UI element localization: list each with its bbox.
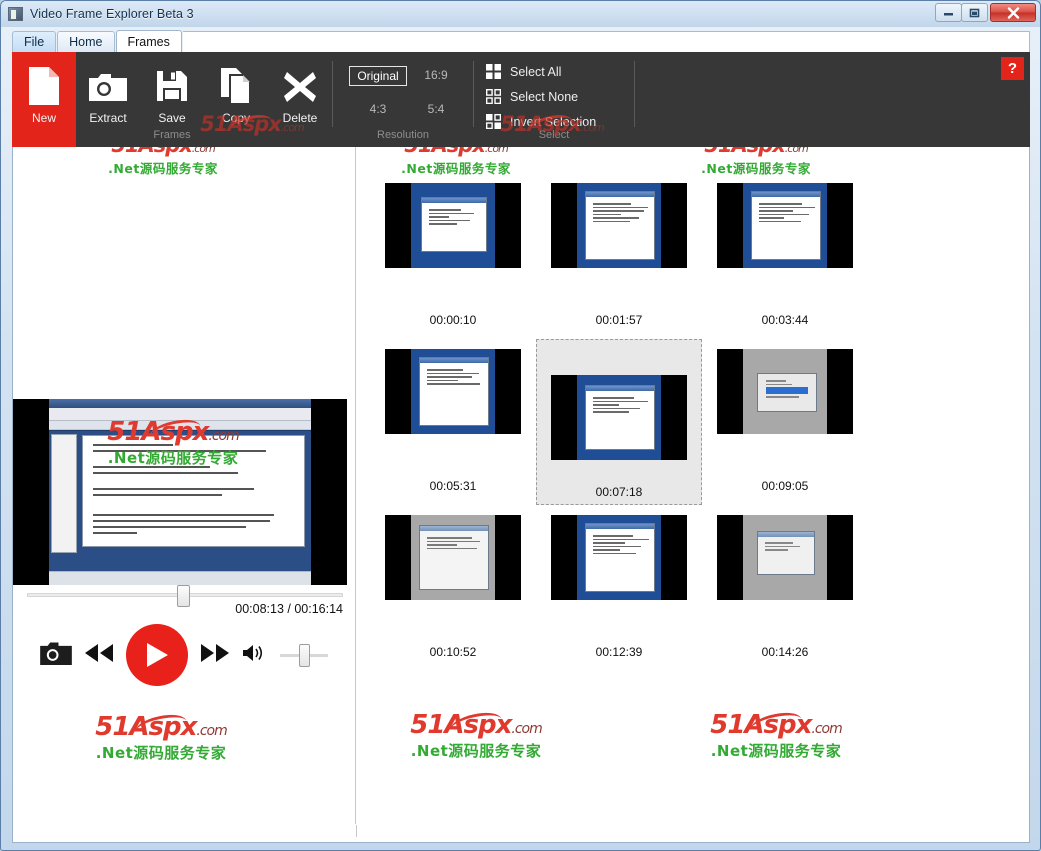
select-all-button[interactable]: Select All	[486, 64, 634, 79]
tab-frames[interactable]: Frames	[115, 30, 182, 52]
thumbnail-cell[interactable]: 00:03:44	[702, 173, 868, 339]
snapshot-button[interactable]	[40, 640, 72, 670]
new-button-label: New	[31, 111, 56, 125]
thumbnail-timestamp: 00:01:57	[595, 313, 643, 327]
thumbnail-cell[interactable]: 00:14:26	[702, 505, 868, 671]
tab-strip-filler	[182, 31, 1030, 52]
ribbon-group-select: Select All Select None Invert Selection …	[474, 52, 634, 147]
ribbon-right-area: ?	[635, 52, 1030, 147]
thumbnail-image	[551, 375, 687, 460]
ribbon-group-resolution-label: Resolution	[377, 129, 429, 141]
video-frame-image: 51Aspx.com .Net源码服务专家	[49, 399, 311, 585]
title-bar: Video Frame Explorer Beta 3	[1, 1, 1040, 27]
transport-controls	[13, 619, 355, 691]
thumbnail-image	[717, 183, 853, 268]
watermark-left-bottom: 51Aspx.com .Net源码服务专家	[51, 714, 271, 763]
thumbnail-timestamp: 00:14:26	[761, 645, 809, 659]
thumbnail-image	[551, 515, 687, 600]
play-icon	[147, 643, 168, 667]
grid-checker-icon	[485, 113, 502, 130]
video-preview[interactable]: 51Aspx.com .Net源码服务专家	[13, 399, 347, 585]
resolution-option-4-3[interactable]: 4:3	[364, 100, 393, 118]
minimize-button[interactable]	[935, 3, 962, 22]
watermark-left-top: 51Aspx.com .Net源码服务专家	[73, 147, 253, 177]
copy-button-label: Copy	[221, 111, 250, 125]
player-pane: 51Aspx.com .Net源码服务专家	[13, 147, 355, 824]
frames-pane: 51Aspx.com .Net源码服务专家 51Aspx.com .Net源码服…	[356, 147, 1029, 824]
select-all-label: Select All	[510, 64, 562, 79]
thumbnail-cell-selected[interactable]: 00:07:18	[536, 339, 702, 505]
thumbnail-timestamp: 00:03:44	[761, 313, 809, 327]
tab-file[interactable]: File	[12, 31, 57, 52]
thumbnail-image	[551, 183, 687, 268]
play-button[interactable]	[126, 624, 188, 686]
maximize-button[interactable]	[961, 3, 988, 22]
volume-slider-thumb[interactable]	[299, 643, 310, 667]
thumbnail-timestamp: 00:12:39	[595, 645, 643, 659]
resolution-option-16-9[interactable]: 16:9	[418, 66, 453, 86]
thumbnail-grid: 00:00:10 00:01:57 00:03:44 00:05:31 00:0…	[370, 173, 1025, 824]
invert-selection-label: Invert Selection	[510, 114, 597, 129]
select-none-label: Select None	[510, 89, 579, 104]
thumbnail-image	[717, 349, 853, 434]
help-icon[interactable]: ?	[1001, 57, 1024, 80]
ribbon-tab-strip: File Home Frames	[12, 30, 1030, 52]
thumbnail-cell[interactable]: 00:10:52	[370, 505, 536, 671]
thumbnail-cell[interactable]: 00:00:10	[370, 173, 536, 339]
volume-button[interactable]	[242, 643, 264, 668]
thumbnail-timestamp: 00:09:05	[761, 479, 809, 493]
close-button[interactable]	[990, 3, 1036, 22]
volume-slider[interactable]	[280, 643, 328, 667]
grid-all-filled-icon	[486, 64, 501, 79]
delete-button-label: Delete	[282, 111, 318, 125]
thumbnail-timestamp: 00:05:31	[429, 479, 477, 493]
fast-forward-button[interactable]	[200, 643, 230, 668]
client-area: 51Aspx.com .Net源码服务专家	[12, 147, 1030, 825]
resolution-option-original[interactable]: Original	[349, 66, 407, 86]
ribbon-group-frames: New Extract Save Copy Delete Frames	[12, 52, 332, 147]
thumbnail-timestamp: 00:00:10	[429, 313, 477, 327]
app-icon	[8, 7, 23, 21]
application-window: Video Frame Explorer Beta 3 File Home Fr…	[0, 0, 1041, 851]
status-bar	[12, 824, 1030, 843]
copy-pages-icon	[220, 64, 252, 108]
grid-all-empty-icon	[485, 88, 502, 105]
time-display: 00:08:13 / 00:16:14	[235, 602, 343, 616]
thumbnail-image	[385, 349, 521, 434]
window-title: Video Frame Explorer Beta 3	[30, 7, 194, 21]
camera-icon	[89, 64, 127, 108]
status-bar-divider	[356, 825, 357, 837]
thumbnail-cell[interactable]: 00:09:05	[702, 339, 868, 505]
thumbnail-image	[385, 515, 521, 600]
seek-slider-thumb[interactable]	[177, 585, 190, 607]
x-cross-icon	[283, 64, 317, 108]
ribbon-group-frames-label: Frames	[153, 129, 191, 141]
select-none-button[interactable]: Select None	[485, 88, 634, 105]
extract-button-label: Extract	[89, 111, 127, 125]
new-file-icon	[27, 64, 61, 108]
thumbnail-cell[interactable]: 00:12:39	[536, 505, 702, 671]
thumbnail-image	[717, 515, 853, 600]
thumbnail-image	[385, 183, 521, 268]
tab-home[interactable]: Home	[57, 31, 115, 52]
floppy-disk-icon	[156, 64, 188, 108]
ribbon-group-select-label: Select	[538, 129, 570, 141]
thumbnail-cell[interactable]: 00:05:31	[370, 339, 536, 505]
thumbnail-timestamp: 00:07:18	[595, 485, 643, 499]
thumbnail-cell[interactable]: 00:01:57	[536, 173, 702, 339]
resolution-option-5-4[interactable]: 5:4	[422, 100, 451, 118]
invert-selection-button[interactable]: Invert Selection	[485, 113, 634, 130]
save-button-label: Save	[158, 111, 186, 125]
ribbon-toolbar: New Extract Save Copy Delete Frames Orig…	[12, 52, 1030, 147]
rewind-button[interactable]	[84, 643, 114, 668]
thumbnail-timestamp: 00:10:52	[429, 645, 477, 659]
ribbon-group-resolution: Original 16:9 4:3 5:4 Resolution	[333, 52, 473, 147]
window-controls	[935, 3, 1036, 22]
